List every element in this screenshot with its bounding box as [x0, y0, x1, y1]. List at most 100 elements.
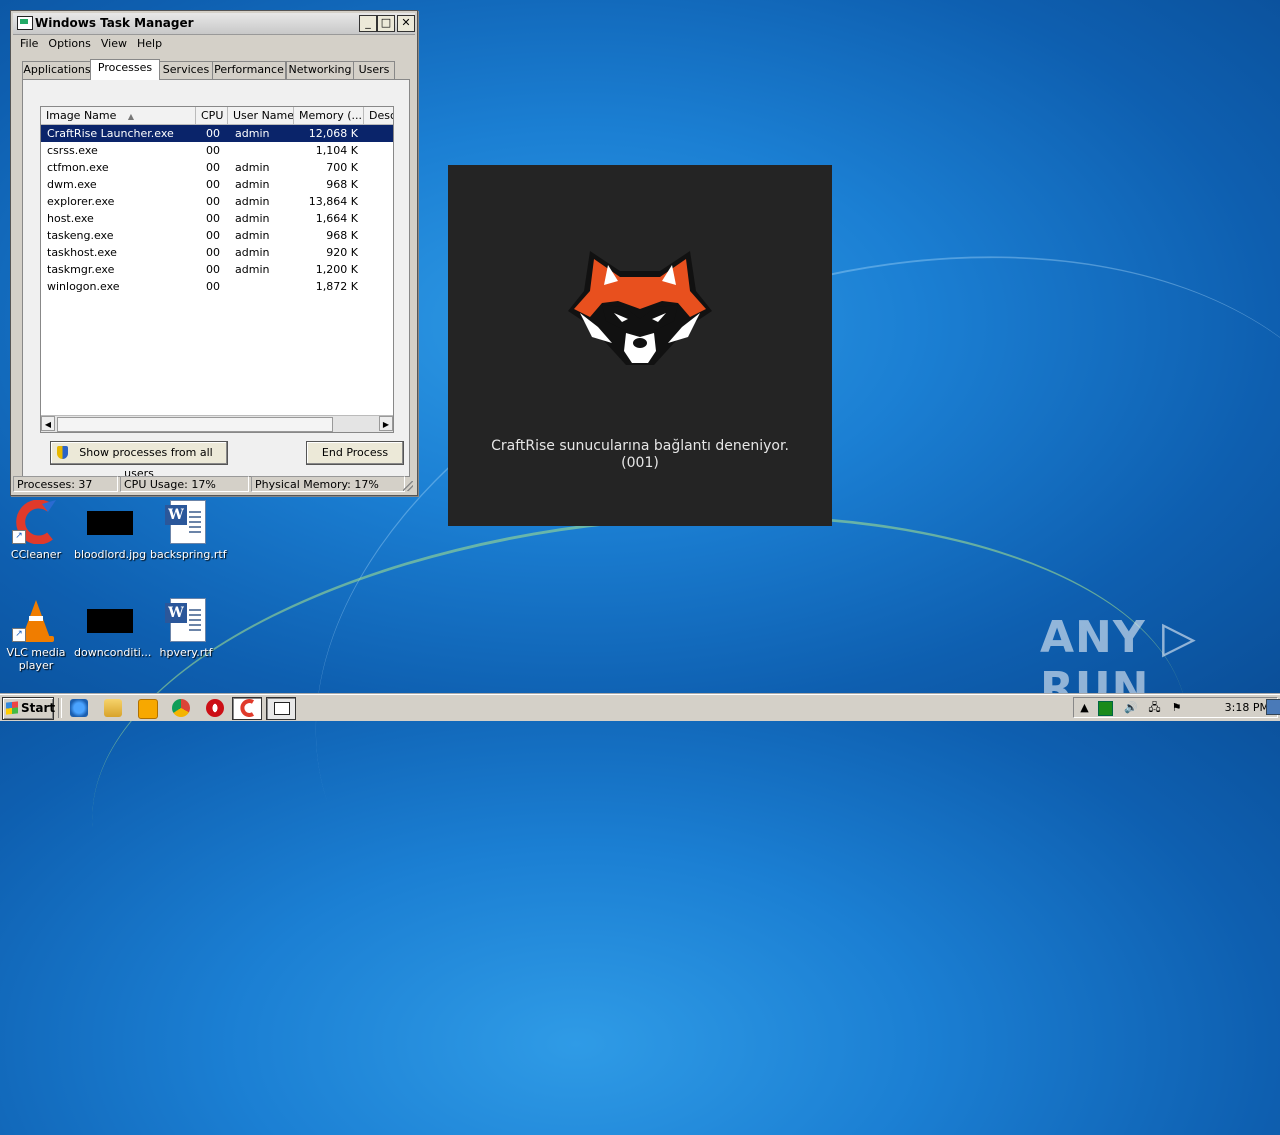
taskbar-app-ccleaner[interactable]	[232, 697, 262, 720]
scroll-thumb[interactable]	[57, 417, 333, 432]
close-button[interactable]: ✕	[397, 15, 415, 32]
cell-cpu: 00	[206, 178, 220, 191]
table-row[interactable]: taskeng.exe 00 admin 968 K	[41, 227, 393, 244]
volume-icon[interactable]: 🔊	[1124, 701, 1138, 714]
menu-options[interactable]: Options	[48, 35, 90, 53]
scroll-left-icon[interactable]: ◀	[41, 416, 55, 431]
end-process-button[interactable]: End Process	[306, 441, 404, 465]
start-label: Start	[21, 701, 56, 715]
menu-file[interactable]: File	[20, 35, 38, 53]
file-explorer-icon[interactable]	[104, 699, 122, 717]
table-row[interactable]: host.exe 00 admin 1,664 K	[41, 210, 393, 227]
cell-user: admin	[235, 178, 270, 191]
tab-performance[interactable]: Performance	[212, 61, 286, 79]
cell-name: ctfmon.exe	[47, 161, 109, 174]
desktop-icon-downconditi[interactable]: downconditi...	[74, 598, 151, 659]
tab-users[interactable]: Users	[353, 61, 395, 79]
tab-services[interactable]: Services	[159, 61, 213, 79]
status-cpu: CPU Usage: 17%	[120, 476, 249, 492]
action-center-flag-icon[interactable]: ⚑	[1170, 701, 1183, 714]
cell-user: admin	[235, 229, 270, 242]
tab-applications[interactable]: Applications	[22, 61, 92, 79]
desktop-icon-label: downconditi...	[74, 646, 152, 659]
column-memory[interactable]: Memory (...	[294, 107, 364, 124]
column-user-name[interactable]: User Name	[228, 107, 294, 124]
cell-cpu: 00	[206, 229, 220, 242]
cell-cpu: 00	[206, 246, 220, 259]
connection-status-text: CraftRise sunucularına bağlantı deneniyo…	[448, 438, 832, 472]
table-row[interactable]: taskhost.exe 00 admin 920 K	[41, 244, 393, 261]
cell-memory: 1,104 K	[315, 144, 358, 157]
network-activity-icon[interactable]	[1098, 701, 1113, 716]
cell-name: csrss.exe	[47, 144, 98, 157]
tab-processes[interactable]: Processes	[90, 59, 160, 80]
table-row[interactable]: ctfmon.exe 00 admin 700 K	[41, 159, 393, 176]
sort-ascending-icon: ▲	[127, 112, 135, 121]
cell-memory: 700 K	[326, 161, 358, 174]
title-bar[interactable]: Windows Task Manager _ □ ✕	[13, 13, 415, 35]
cell-user: admin	[235, 127, 270, 140]
cell-user: admin	[235, 263, 270, 276]
image-file-icon	[86, 598, 134, 642]
network-icon[interactable]: 🖧	[1148, 701, 1161, 714]
cell-memory: 968 K	[326, 178, 358, 191]
processes-panel: Image Name ▲ CPU User Name Memory (... D…	[22, 79, 410, 480]
table-row[interactable]: taskmgr.exe 00 admin 1,200 K	[41, 261, 393, 278]
cell-cpu: 00	[206, 161, 220, 174]
resize-grip-icon[interactable]	[403, 481, 413, 491]
cell-cpu: 00	[206, 127, 220, 140]
menu-help[interactable]: Help	[137, 35, 162, 53]
start-button[interactable]: Start	[2, 697, 56, 720]
media-player-icon[interactable]	[138, 699, 158, 719]
menu-bar: File Options View Help	[15, 35, 167, 53]
show-all-processes-button[interactable]: Show processes from all users	[50, 441, 228, 480]
show-desktop-icon[interactable]	[1266, 699, 1280, 715]
table-row[interactable]: csrss.exe 00 1,104 K	[41, 142, 393, 159]
table-row[interactable]: CraftRise Launcher.exe 00 admin 12,068 K	[41, 125, 393, 142]
table-row[interactable]: explorer.exe 00 admin 13,864 K	[41, 193, 393, 210]
minimize-button[interactable]: _	[359, 15, 377, 32]
word-document-icon	[162, 500, 210, 544]
image-file-icon	[86, 500, 134, 544]
cell-user: admin	[235, 246, 270, 259]
taskbar-clock[interactable]: 3:18 PM	[1225, 698, 1269, 717]
tab-networking[interactable]: Networking	[286, 61, 354, 79]
maximize-button[interactable]: □	[377, 15, 395, 32]
table-row[interactable]: winlogon.exe 00 1,872 K	[41, 278, 393, 295]
desktop-icon-label: backspring.rtf	[150, 548, 227, 561]
process-list[interactable]: Image Name ▲ CPU User Name Memory (... D…	[40, 106, 394, 433]
column-image-name[interactable]: Image Name ▲	[41, 107, 196, 124]
cell-memory: 12,068 K	[308, 127, 358, 140]
taskbar-app-task-manager[interactable]	[266, 697, 296, 720]
column-cpu[interactable]: CPU	[196, 107, 228, 124]
desktop-icon-backspring[interactable]: backspring.rtf	[150, 500, 227, 561]
raccoon-logo-icon	[568, 251, 712, 365]
opera-icon[interactable]	[206, 699, 224, 717]
window-title: Windows Task Manager	[35, 16, 194, 30]
cell-user: admin	[235, 161, 270, 174]
desktop-icon-label: hpvery.rtf	[159, 646, 213, 659]
task-manager-window[interactable]: Windows Task Manager _ □ ✕ File Options Vi…	[10, 10, 418, 496]
menu-view[interactable]: View	[101, 35, 127, 53]
table-row[interactable]: dwm.exe 00 admin 968 K	[41, 176, 393, 193]
cell-cpu: 00	[206, 280, 220, 293]
cell-user: admin	[235, 212, 270, 225]
desktop-icon-label: VLC media player	[6, 646, 66, 672]
chrome-icon[interactable]	[172, 699, 190, 717]
internet-explorer-icon[interactable]	[70, 699, 88, 717]
desktop-icon-bloodlord[interactable]: bloodlord.jpg	[74, 500, 146, 561]
cell-name: explorer.exe	[47, 195, 115, 208]
craftrise-splash-window[interactable]: CraftRise sunucularına bağlantı deneniyo…	[448, 165, 832, 526]
cell-name: CraftRise Launcher.exe	[47, 127, 174, 140]
column-description[interactable]: Desc	[364, 107, 393, 124]
desktop-icon-vlc[interactable]: ↗ VLC media player	[0, 598, 72, 672]
shortcut-arrow-icon: ↗	[12, 530, 26, 544]
cell-cpu: 00	[206, 263, 220, 276]
desktop-icon-hpvery[interactable]: hpvery.rtf	[150, 598, 222, 659]
show-hidden-icons-icon[interactable]: ▲	[1078, 701, 1091, 714]
desktop-icon-ccleaner[interactable]: ↗ CCleaner	[0, 499, 72, 561]
cell-memory: 1,200 K	[315, 263, 358, 276]
scroll-right-icon[interactable]: ▶	[379, 416, 393, 431]
task-manager-icon	[274, 702, 290, 715]
horizontal-scrollbar[interactable]: ◀ ▶	[41, 415, 393, 432]
